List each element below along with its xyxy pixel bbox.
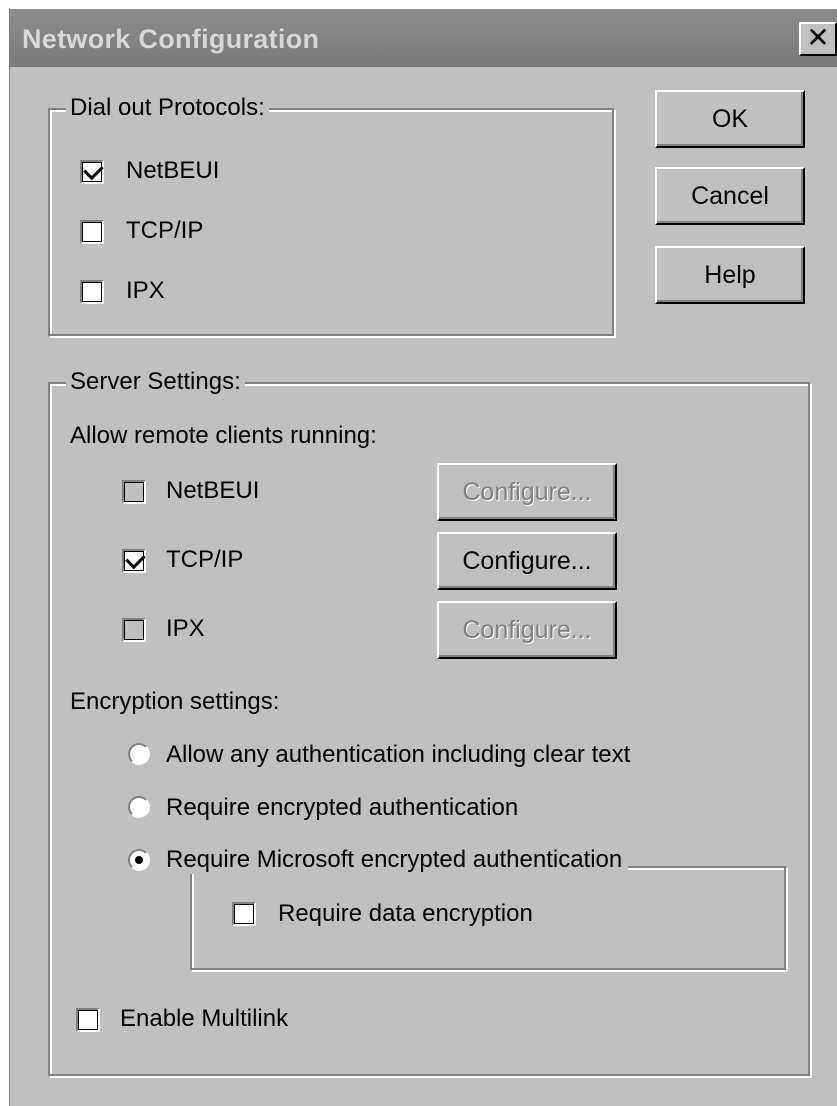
window-frame-top [9, 0, 837, 9]
cancel-button-label: Cancel [691, 181, 769, 210]
radio-require-ms-encrypted-auth[interactable] [128, 849, 150, 871]
dial-out-legend: Dial out Protocols: [66, 94, 269, 122]
server-tcpip-label: TCP/IP [166, 546, 244, 573]
cancel-button[interactable]: Cancel [655, 167, 805, 225]
radio-require-encrypted-auth[interactable] [128, 796, 150, 818]
configure-tcpip-button[interactable]: Configure... [437, 532, 617, 590]
allow-remote-clients-label: Allow remote clients running: [70, 422, 377, 449]
ok-button-label: OK [711, 104, 749, 133]
dial-out-netbeui-checkbox[interactable] [80, 159, 104, 184]
allow-any-auth-label: Allow any authentication including clear… [166, 741, 631, 768]
server-settings-group [48, 382, 810, 1076]
configure-netbeui-button[interactable]: Configure... [437, 463, 617, 521]
window-frame-shadow [9, 8, 10, 1106]
dial-out-tcpip-checkbox[interactable] [80, 220, 104, 244]
require-encrypted-auth-label: Require encrypted authentication [166, 794, 519, 821]
server-netbeui-label: NetBEUI [166, 477, 260, 504]
close-icon: ✕ [806, 22, 830, 53]
dial-out-ipx-label: IPX [126, 277, 165, 304]
radio-allow-any-auth[interactable] [128, 743, 150, 765]
dial-out-netbeui-label: NetBEUI [126, 157, 220, 184]
radio-selected-dot-icon [135, 856, 143, 864]
close-button[interactable]: ✕ [799, 22, 837, 56]
server-netbeui-checkbox[interactable] [122, 480, 146, 504]
check-mark-icon [83, 159, 104, 181]
window-title: Network Configuration [22, 24, 320, 54]
configure-ipx-button[interactable]: Configure... [437, 601, 617, 659]
help-button[interactable]: Help [655, 246, 805, 304]
ok-button[interactable]: OK [655, 90, 805, 148]
server-ipx-checkbox[interactable] [122, 618, 146, 642]
window-frame-left [0, 0, 9, 1106]
dial-out-ipx-checkbox[interactable] [80, 280, 104, 304]
server-tcpip-checkbox[interactable] [122, 548, 146, 573]
configure-ipx-label: Configure... [462, 615, 592, 644]
help-button-label: Help [704, 260, 756, 289]
enable-multilink-label: Enable Multilink [120, 1005, 289, 1032]
server-ipx-label: IPX [166, 615, 205, 642]
require-data-encryption-label: Require data encryption [278, 900, 533, 927]
server-settings-legend: Server Settings: [66, 368, 245, 396]
require-data-encryption-checkbox[interactable] [232, 902, 256, 926]
configure-netbeui-label: Configure... [462, 477, 592, 506]
configure-tcpip-label: Configure... [462, 546, 592, 575]
encryption-settings-label: Encryption settings: [70, 688, 280, 715]
require-ms-encrypted-auth-label: Require Microsoft encrypted authenticati… [166, 846, 629, 874]
enable-multilink-checkbox[interactable] [76, 1008, 100, 1032]
dial-out-tcpip-label: TCP/IP [126, 217, 204, 244]
title-bar[interactable]: Network Configuration ✕ [10, 9, 837, 67]
check-mark-icon [125, 548, 146, 570]
